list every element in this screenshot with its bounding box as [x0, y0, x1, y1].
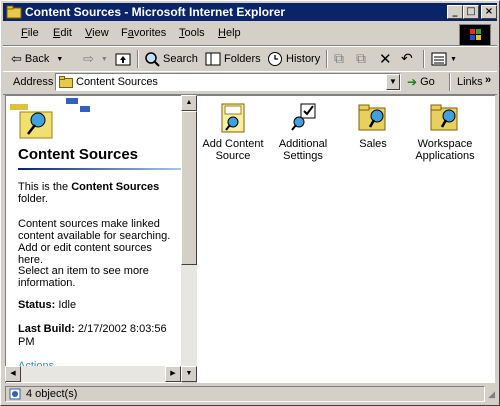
- up-folder-icon: [115, 53, 131, 66]
- folder-icon: [358, 104, 386, 131]
- folder-icon: [6, 5, 22, 19]
- menu-edit[interactable]: Edit: [53, 27, 72, 39]
- up-folder-button[interactable]: [115, 50, 131, 68]
- scroll-right-button[interactable]: ▶: [165, 366, 181, 382]
- minimize-button[interactable]: _: [447, 5, 463, 19]
- go-arrow-icon: ➔: [407, 75, 418, 89]
- folders-button[interactable]: Folders: [205, 50, 261, 68]
- scroll-down-button[interactable]: ▼: [181, 366, 197, 382]
- forward-button[interactable]: ⇨ ▼: [83, 50, 108, 68]
- menu-file[interactable]: File: [21, 27, 39, 39]
- scroll-thumb[interactable]: [181, 111, 197, 265]
- address-dropdown-button[interactable]: ▼: [386, 74, 400, 90]
- dropdown-arrow-icon: ▼: [56, 55, 64, 63]
- item-workspace-applications[interactable]: Workspace Applications: [409, 102, 481, 162]
- left-panel-horizontal-scrollbar[interactable]: ◀ ▶: [5, 366, 181, 382]
- search-icon: [145, 52, 160, 67]
- delete-button[interactable]: ✕: [379, 50, 392, 68]
- menu-help[interactable]: Help: [218, 27, 241, 39]
- additional-settings-icon: [291, 103, 316, 131]
- add-content-source-icon: [221, 103, 245, 133]
- status-cell: 4 object(s): [5, 386, 485, 402]
- back-button[interactable]: ⇦ Back ▼: [11, 50, 63, 68]
- toolbar-separator: [449, 73, 451, 91]
- title-bar[interactable]: Content Sources - Microsoft Internet Exp…: [3, 3, 497, 21]
- copy-to-icon: ⧉: [356, 51, 366, 67]
- select-hint-text: Select an item to see more information.: [18, 265, 149, 289]
- web-view-panel: Content Sources This is the Content Sour…: [5, 95, 182, 383]
- undo-button[interactable]: ↶: [401, 50, 413, 68]
- address-input[interactable]: Content Sources ▼: [55, 73, 401, 91]
- panel-title: Content Sources: [18, 146, 139, 163]
- window-title: Content Sources - Microsoft Internet Exp…: [25, 5, 286, 19]
- content-sources-banner-icon: [10, 98, 90, 139]
- address-label: Address: [13, 76, 54, 88]
- status-text: 4 object(s): [26, 388, 78, 400]
- folder-icon: [59, 76, 73, 88]
- item-add-content-source[interactable]: Add Content Source: [197, 102, 269, 162]
- go-button[interactable]: ➔ Go: [407, 73, 435, 91]
- description-text: Content sources make linked content avai…: [18, 218, 171, 266]
- history-button[interactable]: History: [267, 50, 320, 68]
- views-button[interactable]: ▼: [431, 50, 457, 68]
- title-divider: [18, 168, 182, 170]
- chevron-right-icon[interactable]: »: [485, 74, 491, 86]
- folder-icon: [430, 104, 458, 131]
- move-to-icon: ⧉: [334, 51, 344, 67]
- item-sales[interactable]: Sales: [337, 102, 409, 150]
- toolbar-separator: [423, 50, 425, 68]
- address-bar: Address Content Sources ▼ ➔ Go Links »: [3, 71, 497, 95]
- file-list-view: Add Content Source Additional Settings S…: [197, 95, 495, 383]
- history-icon: [268, 52, 282, 66]
- status-row: Status: Idle: [18, 299, 77, 311]
- status-bar: 4 object(s) ◢: [3, 385, 497, 403]
- windows-logo-icon: [459, 24, 491, 46]
- delete-icon: ✕: [379, 50, 392, 68]
- dropdown-arrow-icon: ▼: [100, 55, 108, 63]
- undo-icon: ↶: [401, 51, 413, 67]
- links-button[interactable]: Links: [457, 76, 483, 88]
- standard-toolbar: ⇦ Back ▼ ⇨ ▼ Search Folders History ⧉ ⧉ …: [3, 46, 497, 72]
- scroll-up-button[interactable]: ▲: [181, 95, 197, 111]
- toolbar-separator: [326, 50, 328, 68]
- menu-favorites[interactable]: Favorites: [121, 27, 166, 39]
- document-icon: [9, 388, 21, 400]
- toolbar-separator: [137, 50, 139, 68]
- left-panel-vertical-scrollbar[interactable]: ▲ ▼: [181, 95, 197, 382]
- ie-window: Content Sources - Microsoft Internet Exp…: [0, 0, 500, 406]
- forward-arrow-icon: ⇨: [83, 51, 94, 67]
- menu-view[interactable]: View: [85, 27, 109, 39]
- move-to-button[interactable]: ⧉: [334, 50, 344, 68]
- menu-tools[interactable]: Tools: [179, 27, 205, 39]
- views-icon: [431, 52, 447, 66]
- resize-grip-icon[interactable]: ◢: [488, 389, 495, 400]
- dropdown-arrow-icon: ▼: [450, 55, 457, 63]
- close-button[interactable]: ×: [481, 5, 497, 19]
- intro-text: This is the Content Sources folder.: [18, 181, 160, 205]
- menu-bar: File Edit View Favorites Tools Help: [3, 23, 497, 46]
- back-arrow-icon: ⇦: [11, 51, 22, 67]
- scroll-left-button[interactable]: ◀: [5, 366, 21, 382]
- folders-icon: [205, 52, 221, 66]
- search-button[interactable]: Search: [144, 50, 198, 68]
- address-value: Content Sources: [76, 76, 158, 88]
- last-build-row: Last Build: 2/17/2002 8:03:56 PM: [18, 323, 167, 348]
- copy-to-button[interactable]: ⧉: [356, 50, 366, 68]
- item-additional-settings[interactable]: Additional Settings: [267, 102, 339, 162]
- maximize-button[interactable]: □: [463, 5, 479, 19]
